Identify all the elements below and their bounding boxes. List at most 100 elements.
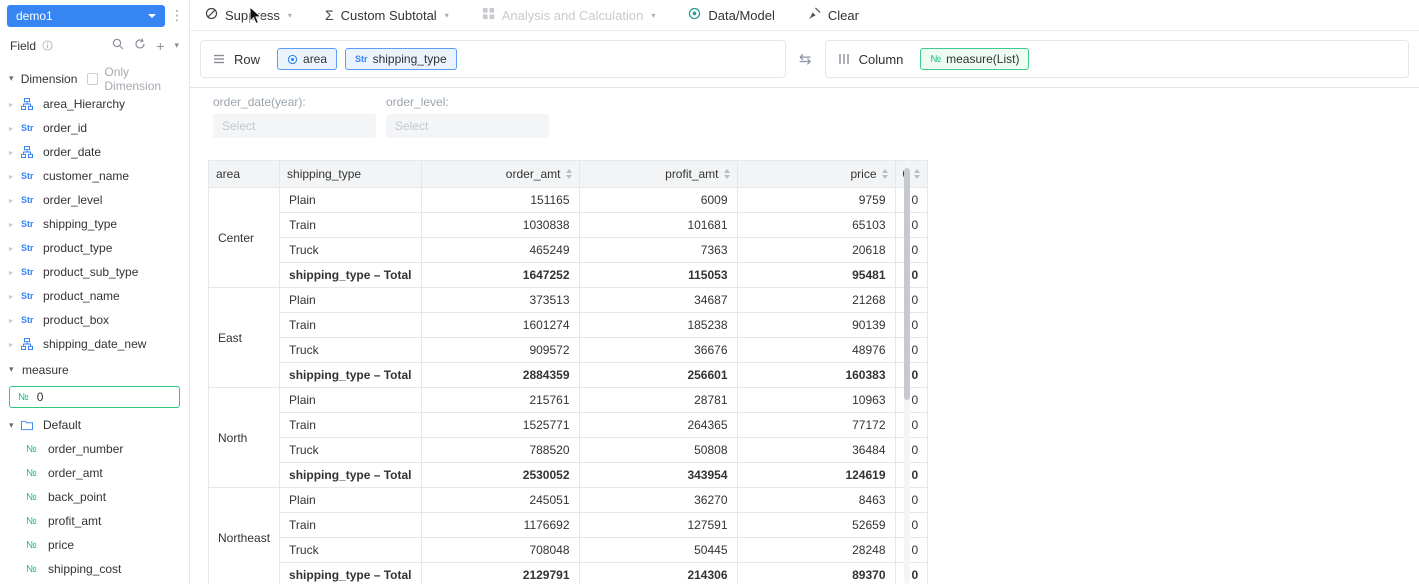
filter-label: order_date(year): [213,95,376,110]
filter-select[interactable]: Select [213,114,376,138]
suppress-button[interactable]: Suppress ▾ [205,7,292,23]
custom-subtotal-button[interactable]: Σ Custom Subtotal ▾ [325,8,449,23]
chevron-down-icon[interactable]: ▾ [174,40,179,51]
chevron-down-icon: ▾ [651,11,655,20]
search-icon[interactable] [112,38,124,53]
measure-item-order_amt[interactable]: №order_amt [0,461,189,485]
sort-icon[interactable] [914,169,920,179]
column-header-content: shipping_type [287,167,413,181]
cell-area: Center [209,188,280,288]
sigma-icon: Σ [325,8,334,22]
field-pill-shipping_type[interactable]: Strshipping_type [345,48,457,70]
field-item-product_name[interactable]: ▸Strproduct_name [0,284,189,308]
field-item-product_sub_type[interactable]: ▸Strproduct_sub_type [0,260,189,284]
column-header-area: area [209,161,280,188]
only-dimension-label: Only Dimension [104,65,180,93]
cell-zero: 0 [895,188,928,213]
cell-area: Northeast [209,488,280,584]
suppress-label: Suppress [225,8,280,23]
table-scrollbar-track[interactable] [904,160,910,584]
sort-icon[interactable] [882,169,888,179]
row-icon [213,53,225,65]
expand-icon: ▸ [9,196,21,205]
cell-shipping_type: Plain [280,488,421,513]
column-header-content: price [745,167,888,181]
field-item-order_date[interactable]: ▸order_date [0,140,189,164]
dataset-bar: demo1 ⋮ [0,0,189,31]
table-row: EastPlain37351334687212680 [209,288,928,313]
add-field-icon[interactable]: + [156,39,164,53]
collapse-icon[interactable]: ▾ [9,364,22,375]
column-shelf: Column №measure(List) [825,40,1409,78]
table-scrollbar-thumb[interactable] [904,168,910,400]
field-item-product_box[interactable]: ▸Strproduct_box [0,308,189,332]
field-item-order_id[interactable]: ▸Strorder_id [0,116,189,140]
only-dimension-checkbox[interactable] [87,73,98,85]
column-header-label: order_amt [506,167,561,181]
subtotal-row: shipping_type – Total2884359256601160383… [209,363,928,388]
dataset-selector[interactable]: demo1 [7,5,165,27]
string-type-icon: Str [21,171,42,181]
cell-order_amt: 373513 [421,288,579,313]
column-header-price: price [737,161,895,188]
refresh-icon[interactable] [134,38,146,53]
dimension-list: ▸area_Hierarchy▸Strorder_id▸order_date▸S… [0,92,189,356]
cell-shipping_type: Train [280,213,421,238]
cell-price: 124619 [737,463,895,488]
field-item-label: area_Hierarchy [43,97,125,111]
cell-zero: 0 [895,213,928,238]
field-item-order_level[interactable]: ▸Strorder_level [0,188,189,212]
cell-price: 77172 [737,413,895,438]
cell-profit_amt: 36676 [579,338,737,363]
cell-zero: 0 [895,488,928,513]
measure-item-price[interactable]: №price [0,533,189,557]
field-item-customer_name[interactable]: ▸Strcustomer_name [0,164,189,188]
collapse-icon[interactable]: ▾ [9,73,21,84]
row-shelf-label: Row [234,52,260,67]
content-area: order_date(year): Select order_level: Se… [190,88,1419,584]
measure-item-shipping_cost[interactable]: №shipping_cost [0,557,189,581]
dimension-section-label: Dimension [21,72,78,86]
measure-item-back_point[interactable]: №back_point [0,485,189,509]
broom-icon [808,7,821,23]
field-item-shipping_type[interactable]: ▸Strshipping_type [0,212,189,236]
cell-profit_amt: 185238 [579,313,737,338]
field-item-label: product_type [43,241,112,255]
number-type-icon: № [26,444,47,455]
cell-order_amt: 1525771 [421,413,579,438]
column-pills: №measure(List) [920,48,1029,70]
field-item-area_Hierarchy[interactable]: ▸area_Hierarchy [0,92,189,116]
kebab-menu-icon[interactable]: ⋮ [170,7,182,24]
field-item-label: order_id [43,121,87,135]
table-row: NortheastPlain2450513627084630 [209,488,928,513]
cell-shipping_type: Plain [280,188,421,213]
measure-item-label: order_amt [48,466,103,480]
field-pill-measure(List)[interactable]: №measure(List) [920,48,1029,70]
column-header-content: area [216,167,272,181]
field-item-shipping_date_new[interactable]: ▸shipping_date_new [0,332,189,356]
string-type-icon: Str [355,54,368,64]
number-type-icon: № [930,54,941,65]
data-model-button[interactable]: Data/Model [688,7,774,23]
table-row: Train1030838101681651030 [209,213,928,238]
swap-axes-icon[interactable]: ⇆ [799,50,812,68]
number-type-icon: № [18,392,29,403]
field-item-product_type[interactable]: ▸Strproduct_type [0,236,189,260]
sort-icon[interactable] [566,169,572,179]
field-pill-area[interactable]: area [277,48,337,70]
string-type-icon: Str [21,291,42,301]
column-header-zero: 0 [895,161,928,188]
sort-icon[interactable] [724,169,730,179]
pivot-table: areashipping_typeorder_amtprofit_amtpric… [208,160,928,584]
subtotal-label-cell: shipping_type – Total [280,363,421,388]
filter-select[interactable]: Select [386,114,549,138]
table-row: Truck4652497363206180 [209,238,928,263]
folder-default[interactable]: ▾ Default [0,413,189,437]
measure-zero-field[interactable]: № 0 [9,386,180,408]
sort-desc-icon [882,175,888,179]
measure-item-order_number[interactable]: №order_number [0,437,189,461]
measure-item-profit_amt[interactable]: №profit_amt [0,509,189,533]
hierarchy-icon [21,338,42,350]
string-type-icon: Str [21,123,42,133]
clear-button[interactable]: Clear [808,7,859,23]
